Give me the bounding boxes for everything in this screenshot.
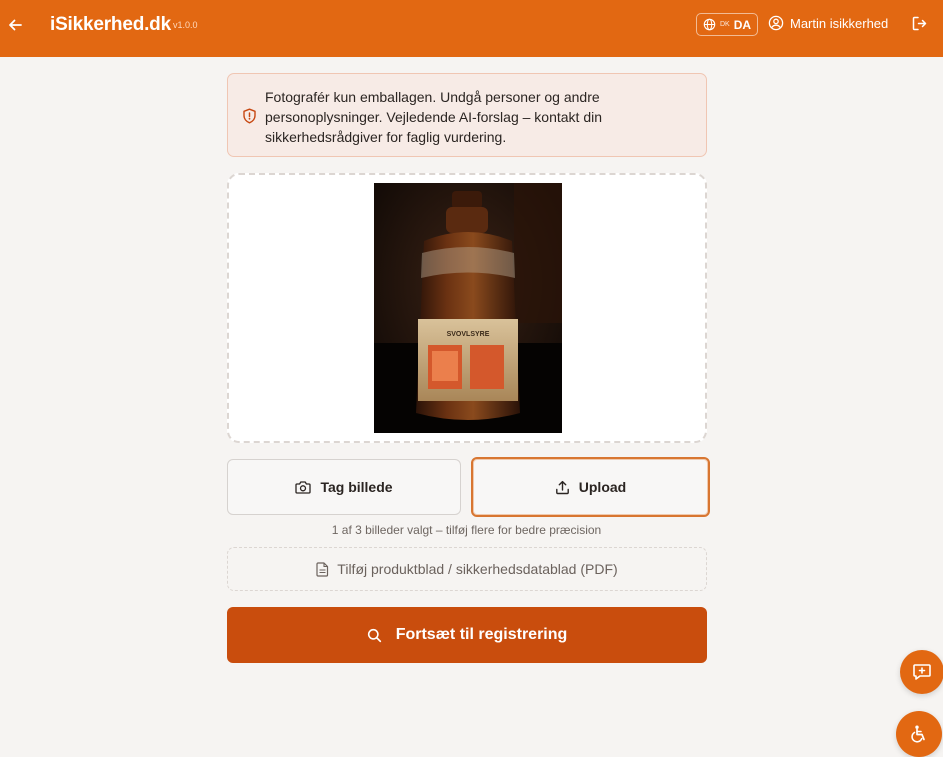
take-photo-button[interactable]: Tag billede	[227, 459, 461, 515]
continue-button[interactable]: Fortsæt til registrering	[227, 607, 707, 663]
image-dropzone[interactable]: SVOVLSYRE	[227, 173, 707, 443]
shield-alert-icon	[243, 108, 256, 124]
privacy-notice: Fotografér kun emballagen. Undgå persone…	[227, 73, 707, 157]
document-icon	[316, 561, 329, 577]
brand-logo[interactable]: iSikkerhed.dk	[50, 14, 171, 36]
search-icon	[367, 628, 381, 642]
top-bar: iSikkerhed.dk v1.0.0 DK DA Martin isikke…	[0, 0, 943, 57]
upload-label: Upload	[578, 479, 627, 495]
continue-label: Fortsæt til registrering	[395, 626, 568, 643]
take-photo-label: Tag billede	[320, 479, 393, 495]
accessibility-icon	[911, 725, 925, 743]
language-switcher[interactable]: DK DA	[696, 13, 758, 36]
camera-icon	[295, 481, 312, 494]
accessibility-button[interactable]	[896, 711, 942, 757]
message-plus-icon	[913, 664, 931, 680]
add-pdf-button[interactable]: Tilføj produktblad / sikkerhedsdatablad …	[227, 547, 707, 591]
app-version: v1.0.0	[173, 20, 198, 30]
bottle-label-text: SVOVLSYRE	[447, 331, 490, 338]
globe-icon	[703, 18, 716, 31]
image-count-hint: 1 af 3 billeder valgt – tilføj flere for…	[331, 523, 602, 537]
uploaded-photo: SVOVLSYRE	[374, 183, 562, 433]
feedback-chat-button[interactable]	[900, 650, 943, 694]
language-label: DA	[733, 17, 752, 32]
upload-icon	[555, 480, 569, 494]
upload-button[interactable]: Upload	[471, 457, 710, 517]
add-pdf-label: Tilføj produktblad / sikkerhedsdatablad …	[337, 561, 618, 577]
logout-icon[interactable]	[911, 15, 928, 37]
user-name: Martin isikkerhed	[790, 15, 889, 31]
privacy-notice-text: Fotografér kun emballagen. Undgå persone…	[265, 89, 603, 145]
user-menu[interactable]: Martin isikkerhed	[768, 15, 888, 31]
user-icon	[768, 15, 784, 31]
language-code: DK	[720, 21, 730, 28]
back-arrow-icon[interactable]	[6, 14, 24, 36]
